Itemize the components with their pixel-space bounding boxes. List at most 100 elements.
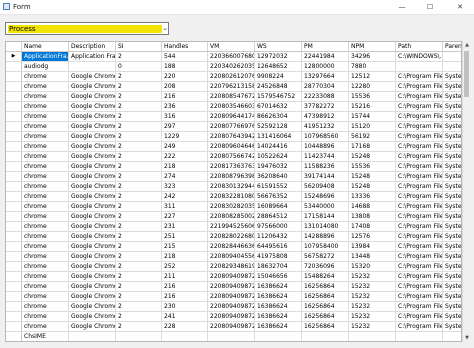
cell-ws[interactable]: 36208640 [255, 172, 302, 181]
cell-parent[interactable]: System.D [443, 142, 461, 151]
table-row[interactable]: audiodg 0 188 2203402620352 12648652 12800000… [6, 62, 461, 72]
cell-path[interactable]: C:\Program File... [396, 132, 443, 141]
cell-si[interactable]: 2 [116, 232, 162, 241]
cell-npm[interactable]: 17408 [349, 222, 396, 231]
cell-name[interactable]: chrome [22, 82, 69, 91]
cell-ws[interactable]: 16089664 [255, 202, 302, 211]
cell-handles[interactable]: 230 [162, 302, 208, 311]
cell-description[interactable]: Google Chrome [69, 132, 116, 141]
table-row[interactable]: chrome Google Chrome 2 216 2208094098720 1638… [6, 282, 461, 292]
cell-name[interactable]: chrome [22, 272, 69, 281]
cell-ws[interactable]: 19476032 [255, 162, 302, 171]
cell-description[interactable]: Google Chrome [69, 162, 116, 171]
row-header[interactable] [6, 102, 22, 111]
cell-description[interactable]: Google Chrome [69, 72, 116, 81]
cell-parent[interactable]: System.D [443, 72, 461, 81]
cell-npm[interactable]: 14688 [349, 202, 396, 211]
cell-npm[interactable] [349, 332, 396, 341]
cell-description[interactable]: Google Chrome [69, 82, 116, 91]
cell-path[interactable]: C:\Program File... [396, 142, 443, 151]
cell-ws[interactable] [255, 332, 302, 341]
cell-pm[interactable]: 11588236 [302, 162, 349, 171]
cell-handles[interactable]: 316 [162, 112, 208, 121]
table-row[interactable]: chrome Google Chrome 2 241 2208094098720 1638… [6, 312, 461, 322]
cell-parent[interactable]: System.D [443, 222, 461, 231]
cell-si[interactable]: 2 [116, 222, 162, 231]
row-header[interactable] [6, 152, 22, 161]
cell-description[interactable]: Google Chrome [69, 242, 116, 251]
cell-si[interactable]: 2 [116, 262, 162, 271]
row-header[interactable] [6, 252, 22, 261]
cell-ws[interactable]: 61591552 [255, 182, 302, 191]
cell-name[interactable]: chrome [22, 202, 69, 211]
column-header-npm[interactable]: NPM [349, 42, 396, 51]
table-row[interactable]: chrome Google Chrome 2 227 2208082850024 2886… [6, 212, 461, 222]
cell-handles[interactable]: 249 [162, 142, 208, 151]
cell-vm[interactable]: 2208094098720 [208, 292, 255, 301]
cell-npm[interactable]: 15232 [349, 282, 396, 291]
cell-npm[interactable]: 15232 [349, 322, 396, 331]
cell-ws[interactable]: 9908224 [255, 72, 302, 81]
cell-vm[interactable]: 2208293486192 [208, 262, 255, 271]
cell-si[interactable]: 2 [116, 92, 162, 101]
cell-npm[interactable]: 15120 [349, 122, 396, 131]
cell-npm[interactable]: 13808 [349, 212, 396, 221]
cell-ws[interactable]: 67014632 [255, 102, 302, 111]
cell-parent[interactable]: System.D [443, 192, 461, 201]
table-row[interactable]: chrome Google Chrome 2 216 2208094098720 1638… [6, 292, 461, 302]
cell-si[interactable]: 2 [116, 82, 162, 91]
cell-name[interactable]: chrome [22, 112, 69, 121]
row-header[interactable] [6, 262, 22, 271]
cell-name[interactable]: chrome [22, 302, 69, 311]
cell-pm[interactable]: 107958400 [302, 242, 349, 251]
cell-handles[interactable]: 218 [162, 162, 208, 171]
cell-ws[interactable]: 12648652 [255, 62, 302, 71]
table-row[interactable]: chrome Google Chrome 2 228 2208094098720 1638… [6, 322, 461, 332]
cell-si[interactable]: 2 [116, 102, 162, 111]
cell-ws[interactable]: 16386624 [255, 292, 302, 301]
table-row[interactable]: chrome Google Chrome 2 1229 2208076439424 131… [6, 132, 461, 142]
cell-path[interactable]: C:\Program File... [396, 152, 443, 161]
cell-ws[interactable]: 64495616 [255, 242, 302, 251]
cell-name[interactable]: chrome [22, 212, 69, 221]
cell-path[interactable]: C:\Program File... [396, 232, 443, 241]
cell-ws[interactable]: 16386624 [255, 302, 302, 311]
cell-si[interactable]: 2 [116, 202, 162, 211]
cell-description[interactable]: Google Chrome [69, 212, 116, 221]
cell-parent[interactable]: System.D [443, 102, 461, 111]
cell-path[interactable]: C:\Program File... [396, 302, 443, 311]
cell-si[interactable]: 2 [116, 212, 162, 221]
cell-path[interactable]: C:\Program File... [396, 82, 443, 91]
table-row[interactable]: chrome Google Chrome 2 230 2208094098720 1638… [6, 302, 461, 312]
cell-si[interactable]: 2 [116, 292, 162, 301]
cell-handles[interactable]: 216 [162, 282, 208, 291]
cell-vm[interactable]: 2203402620352 [208, 62, 255, 71]
cell-path[interactable] [396, 332, 443, 341]
cell-si[interactable]: 2 [116, 182, 162, 191]
cell-path[interactable]: C:\Program File... [396, 322, 443, 331]
cell-parent[interactable] [443, 332, 461, 341]
cell-parent[interactable]: System.D [443, 182, 461, 191]
row-header[interactable] [6, 332, 22, 341]
cell-npm[interactable]: 15744 [349, 112, 396, 121]
table-row[interactable]: chrome Google Chrome 2 297 2208077669760 5259… [6, 122, 461, 132]
cell-description[interactable]: Google Chrome [69, 282, 116, 291]
table-row[interactable]: chrome Google Chrome 2 211 2208094098720 1504… [6, 272, 461, 282]
cell-si[interactable]: 2 [116, 282, 162, 291]
cell-description[interactable]: Application Fra... [69, 52, 116, 61]
cell-handles[interactable]: 218 [162, 252, 208, 261]
cell-handles[interactable]: 216 [162, 92, 208, 101]
cell-parent[interactable]: System.D [443, 172, 461, 181]
cell-ws[interactable]: 16386624 [255, 322, 302, 331]
cell-name[interactable]: ChsIME [22, 332, 69, 341]
table-row[interactable]: chrome Google Chrome 2 218 2208094045568 4197… [6, 252, 461, 262]
row-header[interactable] [6, 172, 22, 181]
cell-handles[interactable]: 242 [162, 192, 208, 201]
cell-path[interactable]: C:\Program File... [396, 102, 443, 111]
cell-description[interactable]: Google Chrome [69, 222, 116, 231]
table-row[interactable]: chrome Google Chrome 2 222 2208075667428 1052… [6, 152, 461, 162]
cell-npm[interactable]: 15232 [349, 302, 396, 311]
cell-handles[interactable]: 227 [162, 212, 208, 221]
cell-path[interactable]: C:\Program File... [396, 172, 443, 181]
cell-name[interactable]: chrome [22, 122, 69, 131]
